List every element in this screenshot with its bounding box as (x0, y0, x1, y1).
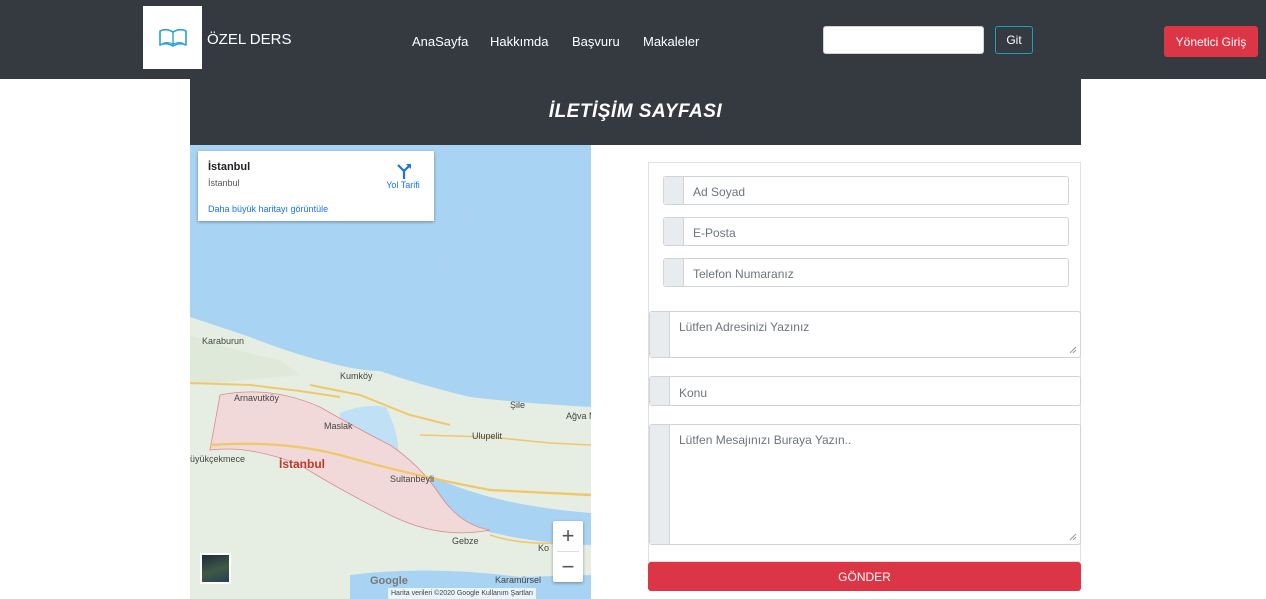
zoom-in-button[interactable]: + (553, 521, 583, 551)
zoom-out-button[interactable]: − (553, 552, 583, 582)
contact-form: Ad Soyad E-Posta Telefon Numaranız Lütfe… (648, 162, 1081, 562)
brand-name[interactable]: ÖZEL DERS (207, 31, 291, 48)
map-footer[interactable]: Harita verileri ©2020 Google Kullanım Şa… (388, 588, 537, 599)
place-subtitle: İstanbul (208, 178, 240, 188)
navbar: ÖZEL DERS AnaSayfa Hakkımda Başvuru Maka… (0, 0, 1266, 79)
brand-logo[interactable] (143, 6, 202, 69)
map-label: Sultanbeyli (390, 474, 435, 484)
satellite-layer-toggle[interactable] (200, 553, 231, 584)
nav-link-anasayfa[interactable]: AnaSayfa (412, 34, 468, 49)
larger-map-link[interactable]: Daha büyük haritayı görüntüle (208, 204, 328, 214)
map-label: Şile (510, 400, 526, 410)
page-header: İLETİŞİM SAYFASI (190, 79, 1081, 145)
subject-field[interactable]: Konu (649, 376, 1081, 406)
place-name: İstanbul (208, 161, 251, 173)
search-go-button[interactable]: Git (995, 26, 1033, 54)
message-textarea[interactable]: Lütfen Mesajınızı Buraya Yazın.. (649, 424, 1081, 545)
map-label: Maslak (324, 421, 353, 431)
field-prefix (664, 259, 684, 286)
map-label: Ulupelit (472, 431, 503, 441)
map-label: Gebze (452, 536, 479, 546)
directions-link[interactable]: Yol Tarifi (368, 180, 438, 190)
open-book-icon (158, 28, 187, 47)
map-label: Kumköy (340, 371, 373, 381)
resize-handle-icon[interactable] (1069, 346, 1077, 354)
map-label: Arnavutköy (234, 393, 280, 403)
map-label: Karamürsel (495, 575, 542, 585)
field-prefix (650, 425, 670, 544)
field-prefix (650, 312, 670, 357)
email-field[interactable]: E-Posta (663, 217, 1069, 246)
map-embed[interactable]: Karaburun Kumköy Arnavutköy Şile Ağva M … (190, 145, 591, 599)
resize-handle-icon[interactable] (1069, 533, 1077, 541)
submit-button[interactable]: GÖNDER (648, 562, 1081, 591)
email-placeholder: E-Posta (693, 226, 736, 240)
name-field[interactable]: Ad Soyad (663, 176, 1069, 205)
subject-placeholder: Konu (679, 386, 708, 400)
field-prefix (664, 218, 684, 245)
map-label: Karaburun (202, 336, 245, 346)
nav-link-makaleler[interactable]: Makaleler (643, 34, 699, 49)
nav-link-basvuru[interactable]: Başvuru (572, 34, 620, 49)
map-place-card: İstanbul İstanbul Daha büyük haritayı gö… (198, 151, 434, 221)
address-placeholder: Lütfen Adresinizi Yazınız (679, 320, 810, 334)
phone-placeholder: Telefon Numaranız (693, 267, 794, 281)
map-zoom-control: + − (553, 521, 583, 582)
page-title: İLETİŞİM SAYFASI (548, 101, 723, 122)
map-label: İstanbul (279, 457, 326, 471)
field-prefix (650, 377, 670, 405)
phone-field[interactable]: Telefon Numaranız (663, 258, 1069, 287)
directions-icon[interactable] (394, 162, 414, 180)
message-placeholder: Lütfen Mesajınızı Buraya Yazın.. (679, 433, 852, 447)
map-label: üyükçekmece (190, 454, 246, 464)
nav-link-hakkimda[interactable]: Hakkımda (490, 34, 549, 49)
admin-login-button[interactable]: Yönetici Giriş (1164, 26, 1258, 57)
address-textarea[interactable]: Lütfen Adresinizi Yazınız (649, 311, 1081, 358)
google-logo: Google (370, 575, 408, 587)
name-placeholder: Ad Soyad (693, 185, 746, 199)
map-label: Ağva M (566, 411, 591, 421)
field-prefix (664, 177, 684, 204)
search-input[interactable] (823, 26, 984, 54)
map-label: Ko (538, 543, 550, 553)
